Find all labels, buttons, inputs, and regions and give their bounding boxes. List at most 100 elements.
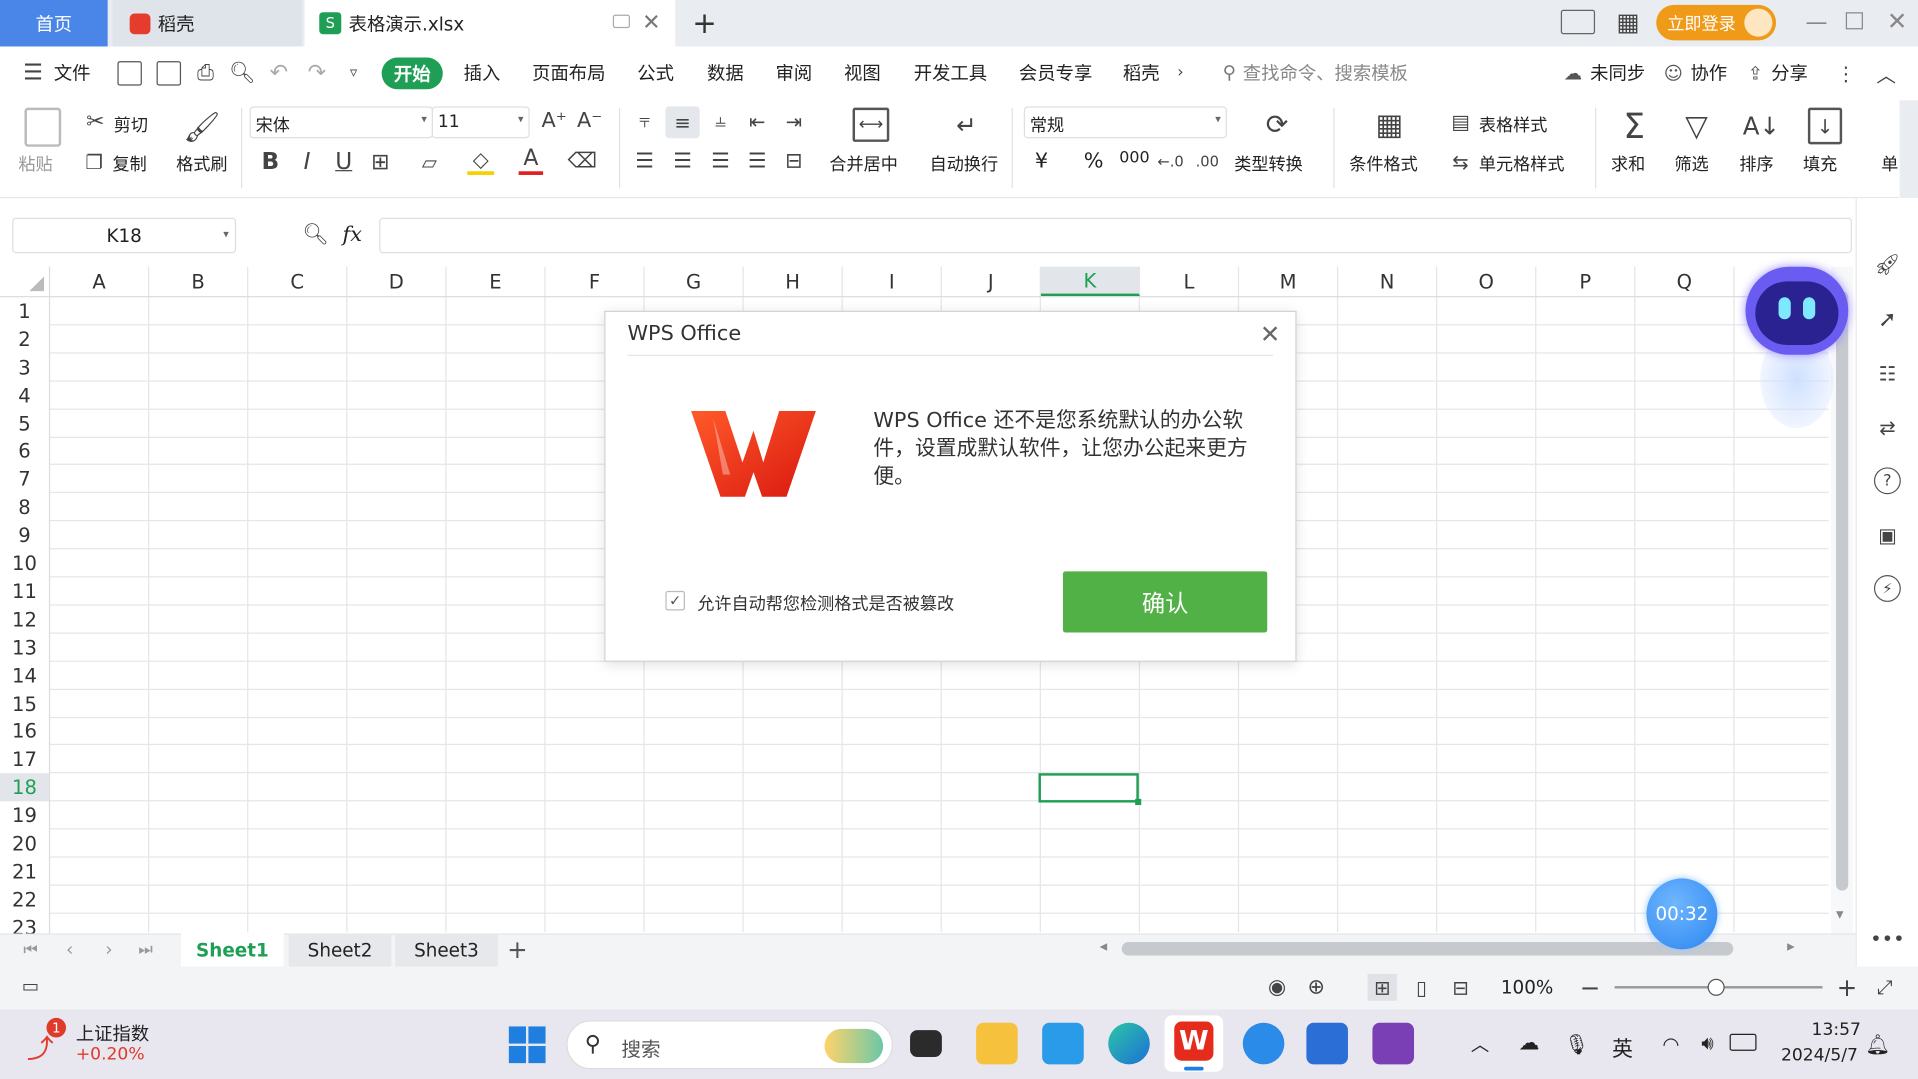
select-all-corner[interactable]: [0, 266, 49, 297]
help-app-icon[interactable]: [1242, 1022, 1285, 1065]
ai-assistant-robot[interactable]: [1738, 257, 1855, 429]
row-header-20[interactable]: 20: [0, 830, 49, 858]
cell-button[interactable]: 单: [1881, 152, 1898, 176]
zoom-slider[interactable]: [1614, 978, 1823, 996]
row-header-21[interactable]: 21: [0, 858, 49, 886]
row-header-3[interactable]: 3: [0, 353, 49, 381]
auto-detect-label[interactable]: 允许自动帮您检测格式是否被篡改: [697, 591, 954, 615]
justify-icon[interactable]: ☰: [744, 149, 771, 173]
eye-protection-icon[interactable]: ◉: [1264, 974, 1291, 1001]
tab-daoke[interactable]: 稻壳: [112, 0, 303, 47]
currency-button[interactable]: ¥: [1035, 149, 1048, 173]
format-painter-button[interactable]: 格式刷: [176, 152, 227, 176]
first-sheet-icon[interactable]: ⏮: [20, 938, 42, 960]
column-header-j[interactable]: J: [942, 266, 1041, 297]
cut-icon[interactable]: ✂: [82, 108, 109, 134]
row-header-7[interactable]: 7: [0, 465, 49, 493]
sum-icon[interactable]: Σ: [1617, 106, 1651, 146]
font-color-icon[interactable]: A: [518, 146, 544, 175]
sync-status[interactable]: 未同步: [1590, 60, 1645, 86]
horizontal-scroll-thumb[interactable]: [1121, 942, 1734, 956]
type-convert-icon[interactable]: ⟳: [1260, 108, 1294, 142]
row-header-6[interactable]: 6: [0, 437, 49, 465]
row-header-1[interactable]: 1: [0, 297, 49, 325]
collab-icon[interactable]: ☺: [1662, 62, 1684, 84]
merge-center-icon[interactable]: ⟷: [852, 107, 890, 142]
zoom-out-icon[interactable]: −: [1578, 973, 1602, 1002]
menu-review[interactable]: 审阅: [776, 60, 813, 86]
bolt-icon[interactable]: ⚡︎: [1873, 574, 1901, 602]
column-header-g[interactable]: G: [645, 266, 744, 297]
ribbon-scrollbar[interactable]: [1899, 100, 1918, 199]
restore-icon[interactable]: [1845, 12, 1863, 30]
thousands-button[interactable]: 000: [1119, 149, 1149, 167]
outdent-icon[interactable]: ⇤: [744, 109, 771, 133]
row-header-9[interactable]: 9: [0, 521, 49, 549]
center-layout-icon[interactable]: ⊕: [1299, 974, 1333, 1001]
row-header-12[interactable]: 12: [0, 605, 49, 633]
decrease-decimal-icon[interactable]: .00: [1194, 148, 1221, 175]
add-sheet-icon[interactable]: +: [505, 935, 529, 964]
font-name-select[interactable]: 宋体 ▾: [249, 106, 434, 139]
normal-view-icon[interactable]: ⊞: [1367, 973, 1397, 1001]
dialog-close-icon[interactable]: ✕: [1260, 319, 1281, 348]
sum-button[interactable]: 求和: [1611, 152, 1645, 176]
column-header-h[interactable]: H: [744, 266, 843, 297]
column-header-i[interactable]: I: [843, 266, 942, 297]
tray-expand-icon[interactable]: ︿: [1468, 1030, 1492, 1057]
sort-icon[interactable]: A↓: [1743, 108, 1780, 145]
more-vertical-icon[interactable]: ⋮: [1836, 61, 1856, 85]
row-header-16[interactable]: 16: [0, 718, 49, 746]
align-left-icon[interactable]: ☰: [631, 149, 658, 173]
file-explorer-icon[interactable]: [976, 1022, 1018, 1065]
row-header-18[interactable]: 18: [0, 773, 49, 802]
font-shrink-icon[interactable]: A⁻: [576, 108, 603, 135]
menu-home[interactable]: 开始: [381, 57, 443, 90]
last-sheet-icon[interactable]: ⏭: [135, 938, 157, 960]
battery-icon[interactable]: [1729, 1033, 1757, 1051]
next-sheet-icon[interactable]: ›: [98, 938, 120, 960]
auto-detect-checkbox[interactable]: ✓: [665, 590, 685, 611]
zoom-slider-thumb[interactable]: [1707, 978, 1725, 996]
row-header-8[interactable]: 8: [0, 493, 49, 521]
formula-input[interactable]: [379, 217, 1852, 254]
notification-bell-icon[interactable]: 🔔︎: [1865, 1030, 1890, 1057]
scroll-right-icon[interactable]: ▶: [1787, 941, 1795, 952]
close-window-icon[interactable]: ✕: [1884, 6, 1911, 35]
macro-icon[interactable]: ▭: [17, 974, 44, 998]
cell-style-button[interactable]: 单元格样式: [1479, 152, 1565, 176]
font-size-select[interactable]: 11 ▾: [431, 106, 530, 139]
wrap-text-icon[interactable]: ↵: [948, 108, 985, 142]
bold-icon[interactable]: B: [258, 148, 282, 175]
menu-formula[interactable]: 公式: [637, 60, 674, 86]
number-format-select[interactable]: 常规 ▾: [1023, 106, 1227, 139]
column-header-p[interactable]: P: [1536, 266, 1636, 297]
collab-button[interactable]: 协作: [1690, 60, 1727, 86]
login-button[interactable]: 立即登录: [1656, 4, 1777, 41]
align-bottom-icon[interactable]: ⫨: [707, 109, 734, 133]
align-right-icon[interactable]: ☰: [707, 149, 734, 173]
collapse-ribbon-icon[interactable]: ︿: [1874, 61, 1898, 87]
menu-page-layout[interactable]: 页面布局: [532, 60, 605, 86]
row-header-5[interactable]: 5: [0, 409, 49, 437]
clock-date[interactable]: 2024/5/7: [1781, 1046, 1858, 1066]
help-icon[interactable]: ?: [1873, 467, 1901, 495]
row-header-13[interactable]: 13: [0, 633, 49, 661]
onedrive-icon[interactable]: ☁: [1514, 1030, 1543, 1057]
zoom-formula-icon[interactable]: 🔍︎: [302, 221, 329, 248]
wps-taskbar-icon[interactable]: W: [1164, 1015, 1224, 1072]
name-box[interactable]: K18 ▾: [12, 217, 237, 254]
italic-icon[interactable]: I: [295, 148, 319, 175]
column-header-e[interactable]: E: [446, 266, 546, 297]
row-header-10[interactable]: 10: [0, 549, 49, 577]
column-header-l[interactable]: L: [1140, 266, 1240, 297]
edge-icon[interactable]: [1108, 1022, 1150, 1065]
chevron-right-icon[interactable]: ›: [1172, 61, 1189, 83]
cell-format-icon[interactable]: ▱: [417, 149, 441, 173]
zoom-level[interactable]: 100%: [1501, 976, 1553, 998]
column-header-c[interactable]: C: [248, 266, 348, 297]
start-button[interactable]: [508, 1025, 547, 1064]
taskbar-search[interactable]: ⚲ 搜索: [566, 1020, 893, 1070]
row-header-2[interactable]: 2: [0, 325, 49, 353]
ime-indicator[interactable]: 英: [1612, 1031, 1633, 1061]
